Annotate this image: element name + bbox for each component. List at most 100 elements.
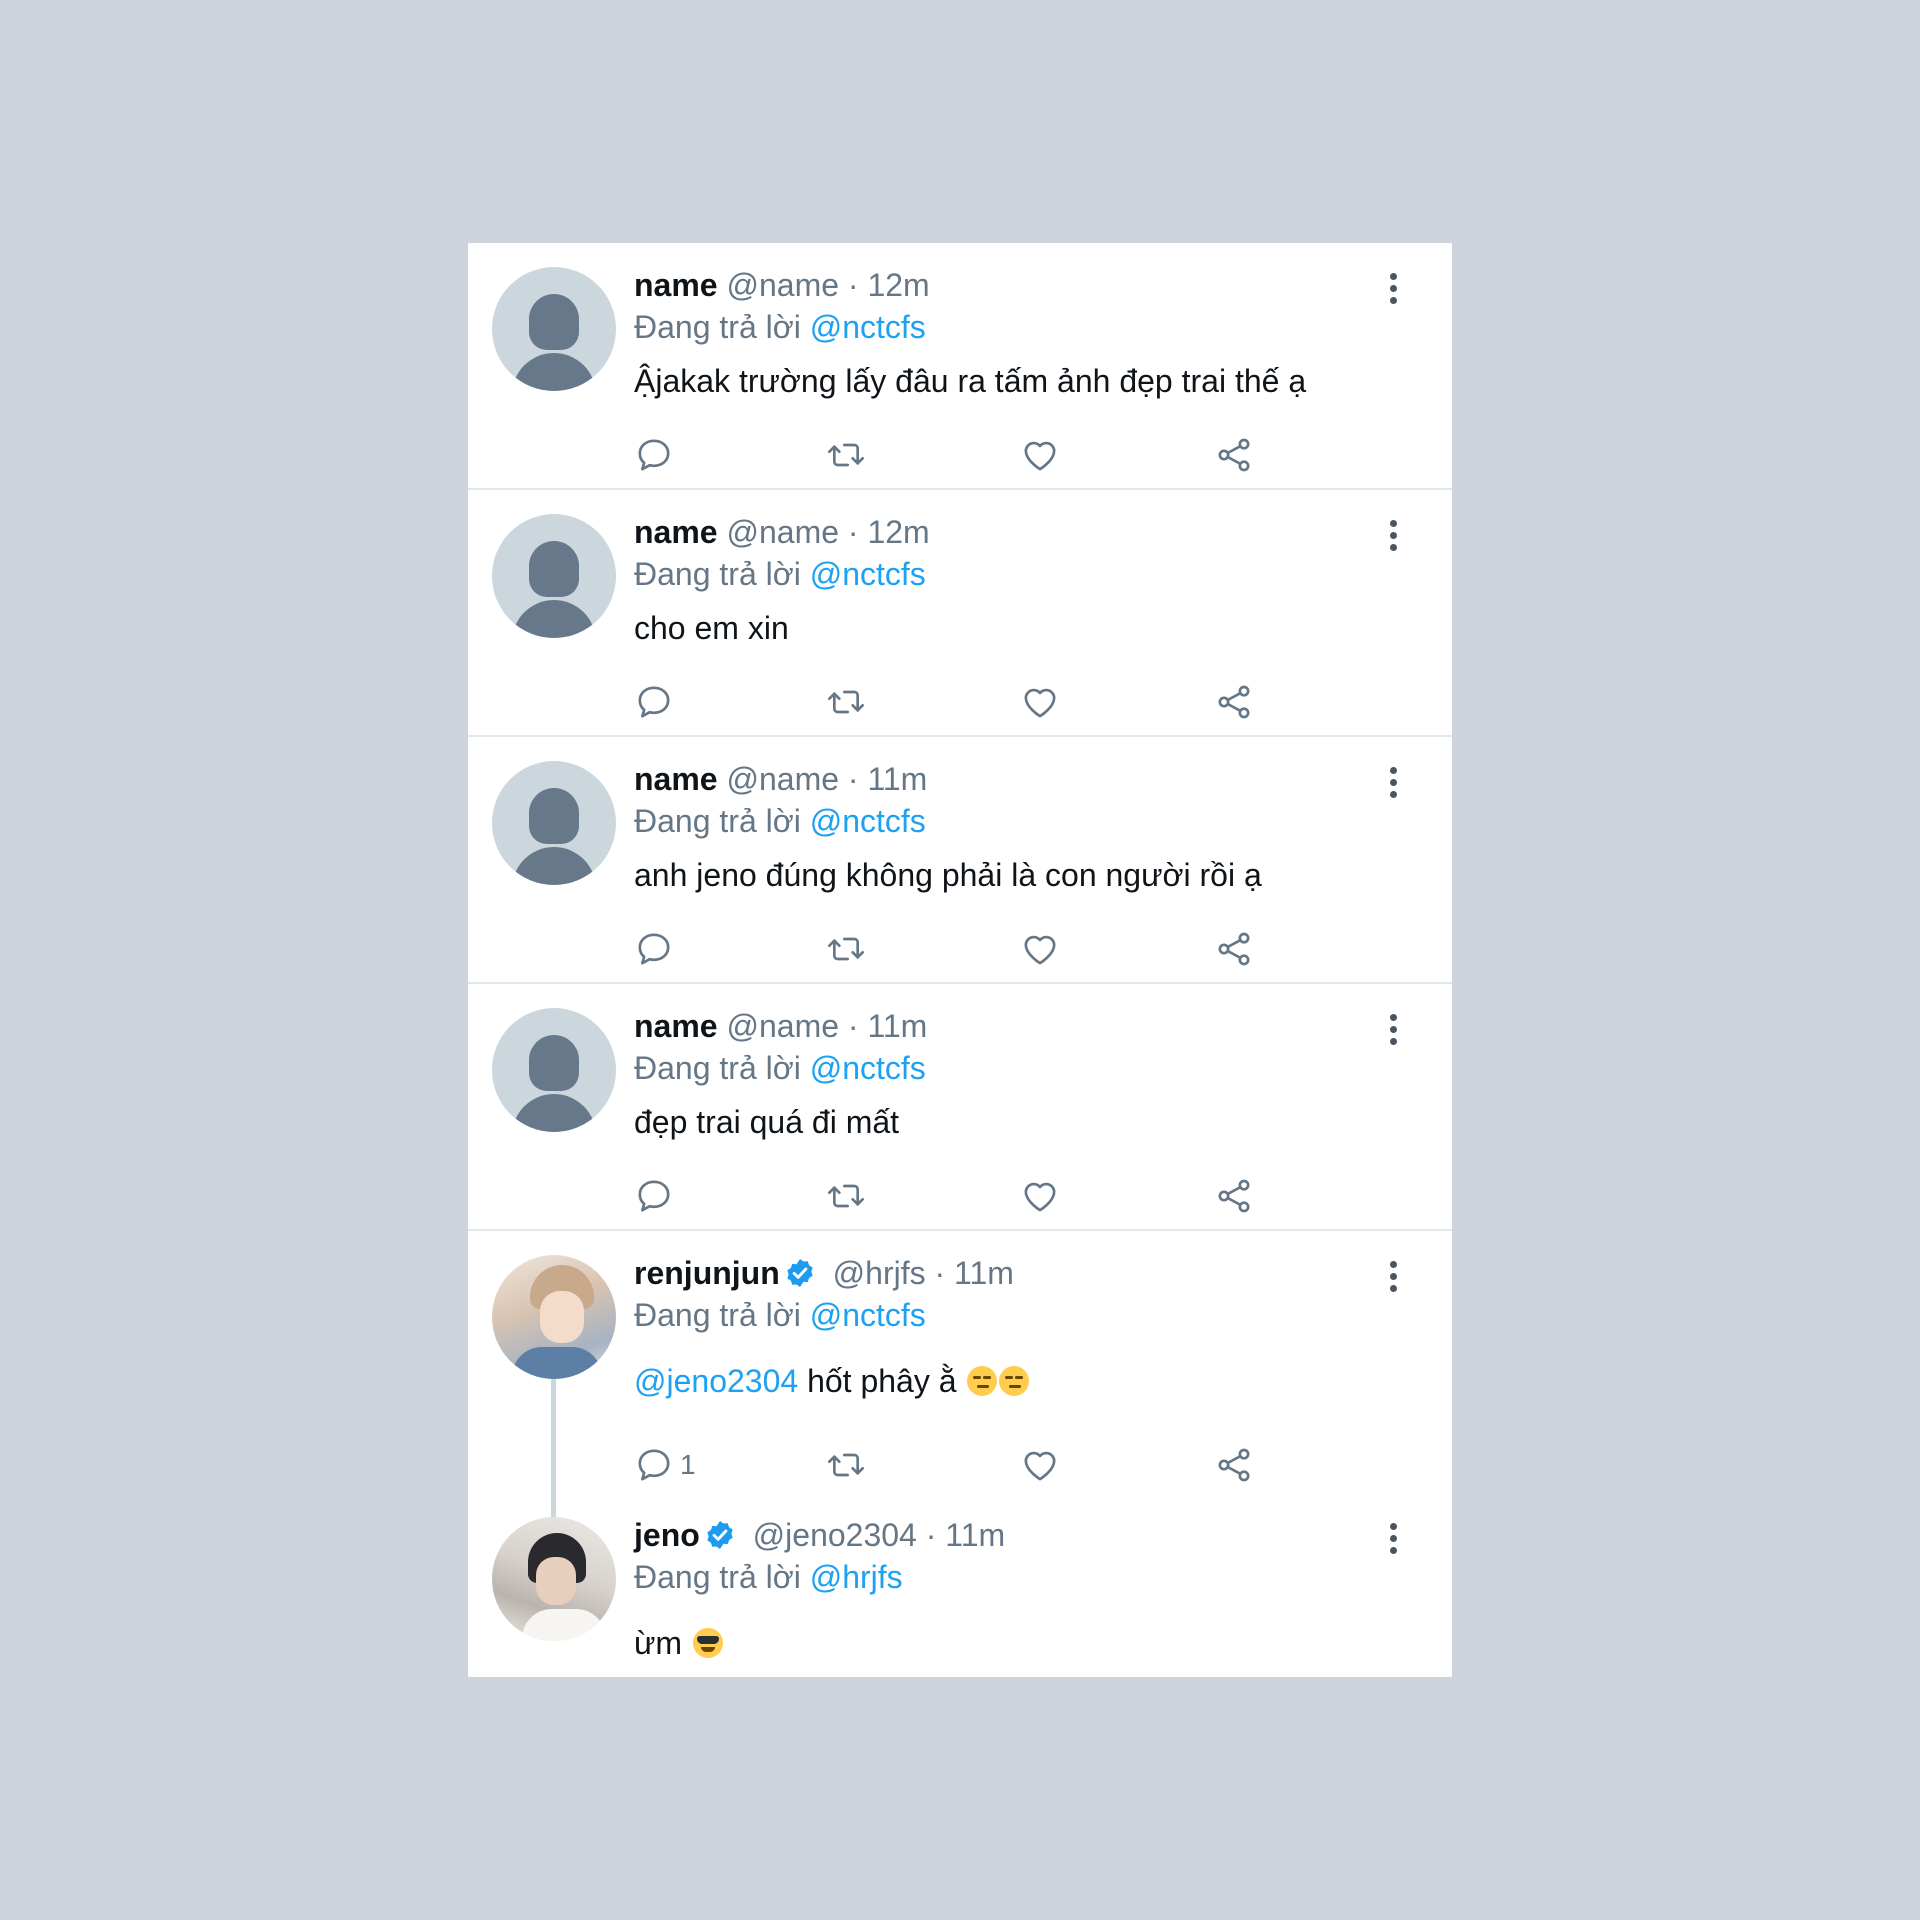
heart-icon	[1024, 935, 1056, 965]
tweet[interactable]: name @name · 11m Đang trả lời @nctcfs an…	[468, 737, 1452, 984]
replying-to-link[interactable]: @nctcfs	[810, 1050, 926, 1086]
tweet-text: Ậjakak trường lấy đâu ra tấm ảnh đẹp tra…	[634, 363, 1307, 399]
tweet[interactable]: name @name · 12m Đang trả lời @nctcfs Ậj…	[468, 243, 1452, 490]
like-button[interactable]	[1020, 1174, 1060, 1218]
timestamp[interactable]: 11m	[867, 761, 927, 797]
tweet[interactable]: name @name · 12m Đang trả lời @nctcfs ch…	[468, 490, 1452, 737]
tweet[interactable]: renjunjun @hrjfs · 11m Đang trả lời @nct…	[468, 1231, 1452, 1493]
tweet-text: cho em xin	[634, 610, 789, 646]
separator: ·	[847, 267, 859, 303]
more-vertical-icon[interactable]	[1388, 520, 1398, 554]
tweet-header: name @name · 11m	[634, 759, 1428, 799]
like-button[interactable]	[1020, 680, 1060, 724]
user-handle[interactable]: @name	[726, 267, 839, 303]
more-vertical-icon[interactable]	[1388, 273, 1398, 307]
share-button[interactable]	[1214, 680, 1254, 724]
replying-to-link[interactable]: @nctcfs	[810, 556, 926, 592]
more-vertical-icon[interactable]	[1388, 1523, 1398, 1557]
timestamp[interactable]: 11m	[954, 1255, 1014, 1291]
share-button[interactable]	[1214, 1443, 1254, 1487]
smirking-face-icon	[967, 1366, 998, 1396]
like-button[interactable]	[1020, 927, 1060, 971]
reply-icon	[638, 1449, 670, 1481]
tweet-header: jeno @jeno2304 · 11m	[634, 1515, 1428, 1555]
share-icon	[1218, 932, 1250, 966]
user-handle[interactable]: @name	[726, 761, 839, 797]
display-name[interactable]: name	[634, 267, 718, 303]
share-button[interactable]	[1214, 433, 1254, 477]
tweet-text: hốt phây ằ	[807, 1363, 957, 1399]
tweet-header: renjunjun @hrjfs · 11m	[634, 1253, 1428, 1293]
user-handle[interactable]: @name	[726, 514, 839, 550]
share-icon	[1218, 438, 1250, 472]
reply-button[interactable]	[634, 927, 674, 971]
profile-photo[interactable]	[492, 1255, 616, 1379]
replying-to-link[interactable]: @nctcfs	[810, 1297, 926, 1333]
smirking-face-icon	[999, 1366, 1030, 1396]
user-handle[interactable]: @jeno2304	[753, 1517, 917, 1553]
reply-button[interactable]	[634, 433, 674, 477]
display-name[interactable]: jeno	[634, 1517, 700, 1553]
tweet-actions	[634, 927, 1334, 971]
retweet-icon	[828, 690, 864, 714]
tweet-text: ừm	[634, 1625, 683, 1661]
reply-button[interactable]: 1	[634, 1443, 696, 1487]
tweet-header: name @name · 11m	[634, 1006, 1428, 1046]
replying-to: Đang trả lời @nctcfs	[634, 1048, 1428, 1088]
timestamp[interactable]: 11m	[945, 1517, 1005, 1553]
tweet[interactable]: jeno @jeno2304 · 11m Đang trả lời @hrjfs…	[468, 1493, 1452, 1677]
reply-button[interactable]	[634, 1174, 674, 1218]
display-name[interactable]: name	[634, 1008, 718, 1044]
tweet[interactable]: name @name · 11m Đang trả lời @nctcfs đẹ…	[468, 984, 1452, 1231]
more-vertical-icon[interactable]	[1388, 767, 1398, 801]
default-avatar-icon[interactable]	[492, 514, 616, 638]
more-vertical-icon[interactable]	[1388, 1014, 1398, 1048]
timestamp[interactable]: 11m	[867, 1008, 927, 1044]
like-button[interactable]	[1020, 1443, 1060, 1487]
default-avatar-icon[interactable]	[492, 1008, 616, 1132]
more-vertical-icon[interactable]	[1388, 1261, 1398, 1295]
replying-to-link[interactable]: @nctcfs	[810, 309, 926, 345]
retweet-button[interactable]	[826, 1443, 866, 1487]
replying-to-link[interactable]: @hrjfs	[810, 1559, 903, 1595]
display-name[interactable]: renjunjun	[634, 1255, 780, 1291]
replying-prefix: Đang trả lời	[634, 803, 801, 839]
timestamp[interactable]: 12m	[867, 267, 929, 303]
retweet-button[interactable]	[826, 680, 866, 724]
verified-badge-icon	[707, 1521, 733, 1549]
tweet-thread-card: name @name · 12m Đang trả lời @nctcfs Ậj…	[468, 243, 1452, 1677]
retweet-button[interactable]	[826, 927, 866, 971]
user-handle[interactable]: @hrjfs	[833, 1255, 926, 1291]
separator: ·	[934, 1255, 946, 1291]
replying-to: Đang trả lời @nctcfs	[634, 801, 1428, 841]
share-button[interactable]	[1214, 1174, 1254, 1218]
retweet-button[interactable]	[826, 433, 866, 477]
reply-button[interactable]	[634, 680, 674, 724]
mention-link[interactable]: @jeno2304	[634, 1363, 798, 1399]
timestamp[interactable]: 12m	[867, 514, 929, 550]
display-name[interactable]: name	[634, 761, 718, 797]
like-button[interactable]	[1020, 433, 1060, 477]
tweet-header: name @name · 12m	[634, 265, 1428, 305]
user-handle[interactable]: @name	[726, 1008, 839, 1044]
replying-prefix: Đang trả lời	[634, 1559, 801, 1595]
profile-photo[interactable]	[492, 1517, 616, 1641]
share-button[interactable]	[1214, 927, 1254, 971]
share-icon	[1218, 1179, 1250, 1213]
replying-to-link[interactable]: @nctcfs	[810, 803, 926, 839]
sunglasses-face-icon	[692, 1628, 723, 1658]
replying-to: Đang trả lời @nctcfs	[634, 307, 1428, 347]
reply-count: 1	[680, 1449, 696, 1480]
default-avatar-icon[interactable]	[492, 761, 616, 885]
replying-to: Đang trả lời @nctcfs	[634, 1295, 1428, 1335]
retweet-button[interactable]	[826, 1174, 866, 1218]
heart-icon	[1024, 688, 1056, 718]
tweet-text: anh jeno đúng không phải là con người rồ…	[634, 857, 1262, 893]
default-avatar-icon[interactable]	[492, 267, 616, 391]
reply-icon	[638, 1180, 670, 1212]
tweet-actions: 1	[634, 1443, 1334, 1487]
separator: ·	[847, 761, 859, 797]
reply-icon	[638, 686, 670, 718]
tweet-actions	[634, 1174, 1334, 1218]
display-name[interactable]: name	[634, 514, 718, 550]
